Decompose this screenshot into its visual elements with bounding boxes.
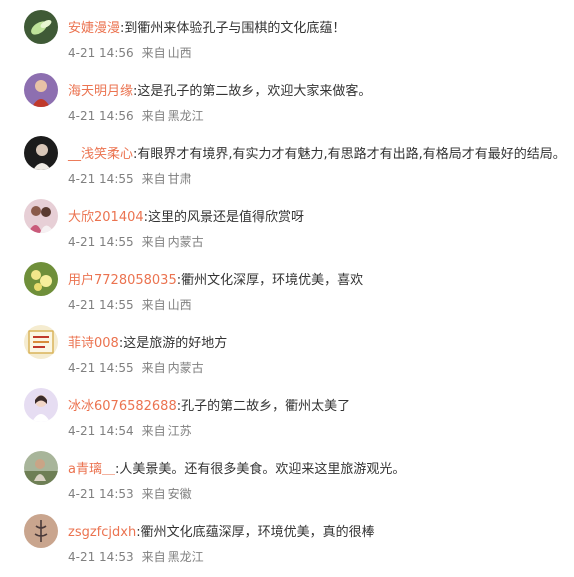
comment-item: 冰冰6076582688:孔子的第二故乡，衢州太美了 4-21 14:54 来自江…	[0, 388, 574, 451]
source-prefix: 来自	[141, 361, 166, 375]
source-prefix: 来自	[141, 46, 166, 60]
comment-content: zsgzfcjdxh:衢州文化底蕴深厚，环境优美，真的很棒	[68, 524, 375, 541]
username-link[interactable]: 用户7728058035	[68, 273, 177, 288]
comment-item: 大欣201404:这里的风景还是值得欣赏呀 4-21 14:55 来自 内蒙古	[0, 199, 574, 262]
comment-meta: 4-21 14:55 来自 甘肃	[68, 171, 192, 187]
comment-content: 海天明月缘:这是孔子的第二故乡，欢迎大家来做客。	[68, 83, 371, 100]
comment-location: 山西	[167, 46, 192, 60]
source-prefix: 来自	[141, 487, 166, 501]
comment-text: :有眼界才有境界,有实力才有魅力,有思路才有出路,有格局才有最好的结局。	[133, 147, 566, 162]
girl-avatar[interactable]	[24, 388, 58, 422]
source-prefix: 来自	[141, 298, 166, 312]
comment-text: :到衢州来体验孔子与围棋的文化底蕴！	[120, 21, 346, 36]
comment-meta: 4-21 14:55 来自 内蒙古	[68, 360, 204, 376]
comment-content: __浅笑柔心:有眼界才有境界,有实力才有魅力,有思路才有出路,有格局才有最好的结…	[68, 146, 566, 163]
comment-time: 4-21 14:56	[68, 46, 134, 60]
comment-item: a青璃＿:人美景美。还有很多美食。欢迎来这里旅游观光。 4-21 14:53 来自…	[0, 451, 574, 514]
username-link[interactable]: 冰冰6076582688	[68, 399, 177, 414]
comment-location: 黑龙江	[167, 109, 204, 123]
comment-meta: 4-21 14:55 来自 内蒙古	[68, 234, 204, 250]
source-prefix: 来自	[141, 424, 166, 438]
comment-item: 安婕漫漫:到衢州来体验孔子与围棋的文化底蕴！ 4-21 14:56 来自 山西	[0, 10, 574, 73]
source-prefix: 来自	[141, 172, 166, 186]
comment-content: 大欣201404:这里的风景还是值得欣赏呀	[68, 209, 304, 226]
comment-time: 4-21 14:54	[68, 424, 134, 438]
comment-text: :衢州文化底蕴深厚，环境优美，真的很棒	[136, 525, 375, 540]
comment-content: 安婕漫漫:到衢州来体验孔子与围棋的文化底蕴！	[68, 20, 345, 37]
comment-time: 4-21 14:53	[68, 487, 134, 501]
comment-text: :衢州文化深厚，环境优美，喜欢	[176, 273, 364, 288]
dark-portrait-avatar[interactable]	[24, 136, 58, 170]
comment-text: :孔子的第二故乡，衢州太美了	[176, 399, 351, 414]
comment-content: 冰冰6076582688:孔子的第二故乡，衢州太美了	[68, 398, 350, 415]
comment-time: 4-21 14:55	[68, 172, 134, 186]
comment-location: 安徽	[167, 487, 192, 501]
comment-item: 海天明月缘:这是孔子的第二故乡，欢迎大家来做客。 4-21 14:56 来自 黑龙江	[0, 73, 574, 136]
comment-location: 甘肃	[167, 172, 192, 186]
comment-text: :人美景美。还有很多美食。欢迎来这里旅游观光。	[114, 462, 406, 477]
username-link[interactable]: 大欣201404	[68, 210, 144, 225]
comment-item: __浅笑柔心:有眼界才有境界,有实力才有魅力,有思路才有出路,有格局才有最好的结…	[0, 136, 574, 199]
comment-time: 4-21 14:55	[68, 361, 134, 375]
source-prefix: 来自	[141, 550, 166, 564]
comment-time: 4-21 14:55	[68, 298, 134, 312]
username-link[interactable]: 菲诗008	[68, 336, 119, 351]
comment-meta: 4-21 14:53 来自 安徽	[68, 486, 192, 502]
comment-item: 用户7728058035:衢州文化深厚，环境优美，喜欢 4-21 14:55 来自…	[0, 262, 574, 325]
leaf-avatar[interactable]	[24, 10, 58, 44]
comment-content: 用户7728058035:衢州文化深厚，环境优美，喜欢	[68, 272, 363, 289]
comment-list: 安婕漫漫:到衢州来体验孔子与围棋的文化底蕴！ 4-21 14:56 来自 山西 海天…	[0, 0, 574, 564]
comment-item: zsgzfcjdxh:衢州文化底蕴深厚，环境优美，真的很棒 4-21 14:53…	[0, 514, 574, 577]
comment-meta: 4-21 14:56 来自 山西	[68, 45, 192, 61]
comment-meta: 4-21 14:55 来自 山西	[68, 297, 192, 313]
comment-meta: 4-21 14:54 来自 江苏	[68, 423, 192, 439]
comment-text: :这是孔子的第二故乡，欢迎大家来做客。	[133, 84, 372, 99]
comment-location: 江苏	[167, 424, 192, 438]
couple-avatar[interactable]	[24, 199, 58, 233]
landscape-avatar[interactable]	[24, 451, 58, 485]
username-link[interactable]: 安婕漫漫	[68, 21, 120, 36]
person-avatar[interactable]	[24, 73, 58, 107]
comment-location: 黑龙江	[167, 550, 204, 564]
source-prefix: 来自	[141, 109, 166, 123]
username-link[interactable]: __浅笑柔心	[68, 147, 133, 162]
username-link[interactable]: a青璃＿	[68, 462, 115, 477]
comment-location: 内蒙古	[167, 235, 204, 249]
tattoo-avatar[interactable]	[24, 514, 58, 548]
username-link[interactable]: 海天明月缘	[68, 84, 133, 99]
username-link[interactable]: zsgzfcjdxh	[68, 525, 136, 540]
comment-time: 4-21 14:55	[68, 235, 134, 249]
comment-content: 菲诗008:这是旅游的好地方	[68, 335, 227, 352]
comment-text: :这是旅游的好地方	[118, 336, 228, 351]
comment-location: 内蒙古	[167, 361, 204, 375]
source-prefix: 来自	[141, 235, 166, 249]
card-avatar[interactable]	[24, 325, 58, 359]
comment-content: a青璃＿:人美景美。还有很多美食。欢迎来这里旅游观光。	[68, 461, 405, 478]
comment-time: 4-21 14:56	[68, 109, 134, 123]
comment-time: 4-21 14:53	[68, 550, 134, 564]
comment-location: 山西	[167, 298, 192, 312]
flower-avatar[interactable]	[24, 262, 58, 296]
comment-meta: 4-21 14:56 来自 黑龙江	[68, 108, 204, 124]
comment-item: 菲诗008:这是旅游的好地方 4-21 14:55 来自 内蒙古	[0, 325, 574, 388]
comment-text: :这里的风景还是值得欣赏呀	[143, 210, 305, 225]
